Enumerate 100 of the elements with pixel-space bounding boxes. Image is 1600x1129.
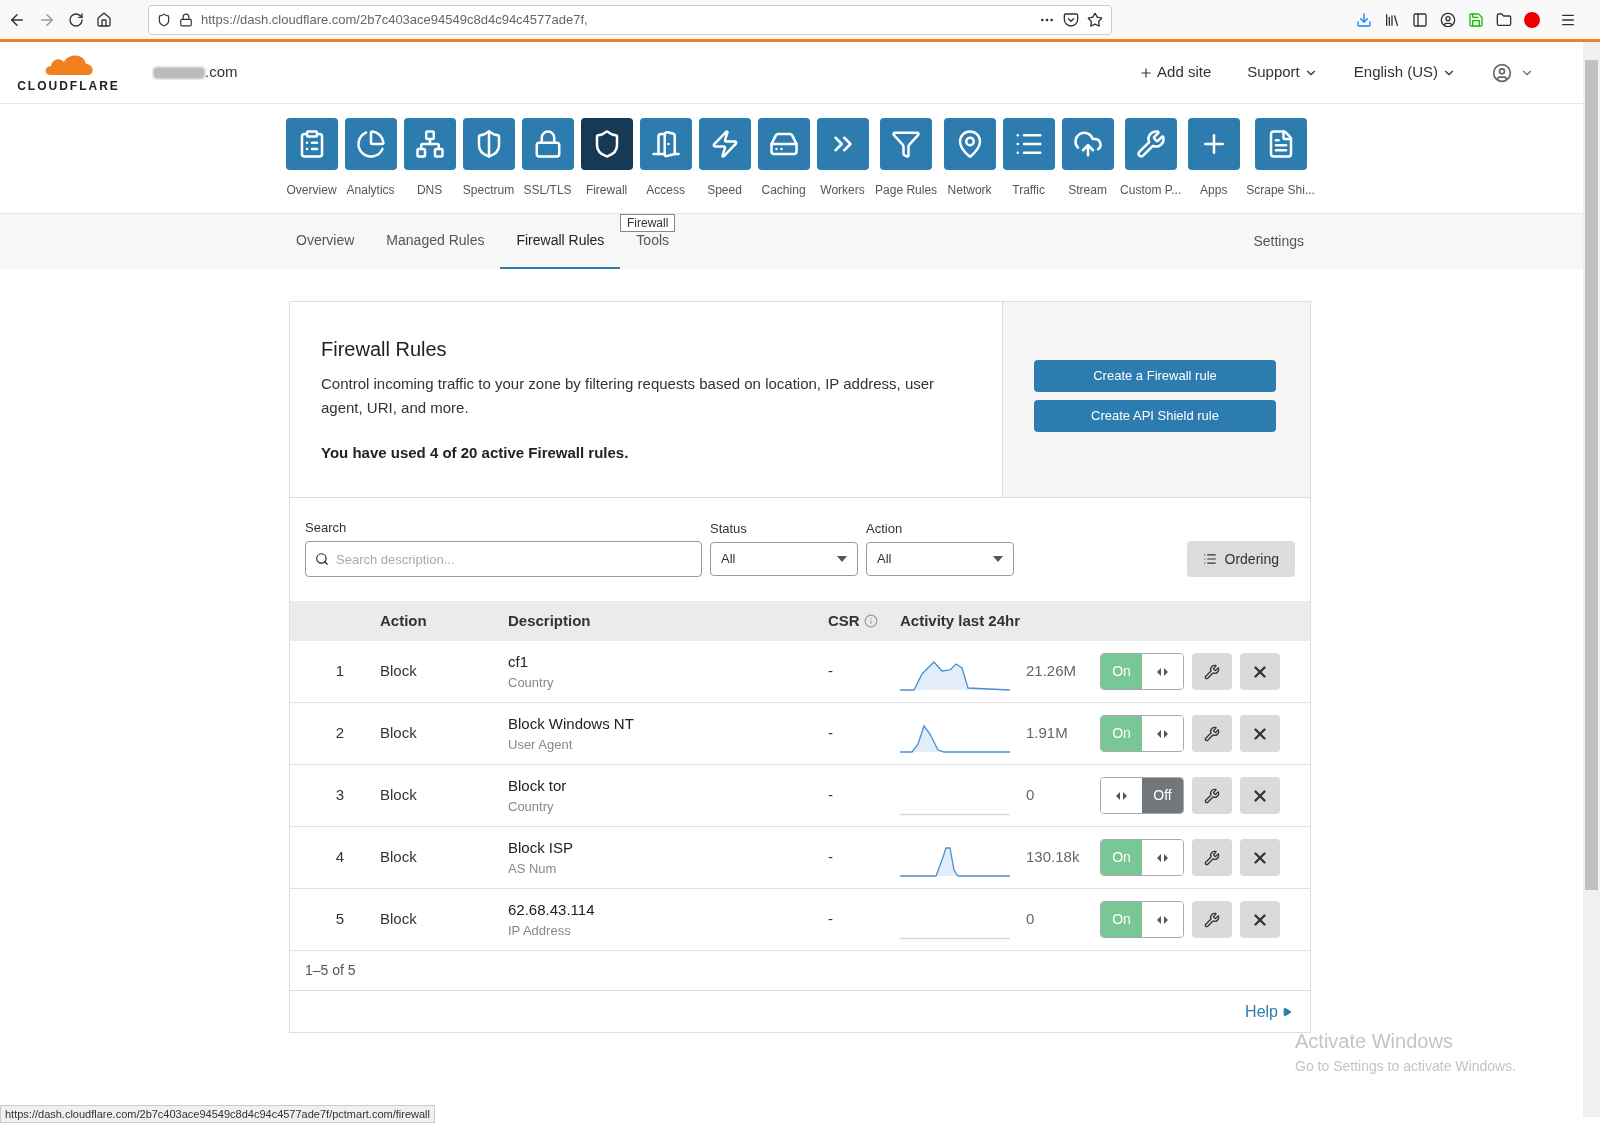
csr-value: - bbox=[828, 909, 834, 930]
activity-count: 130.18k bbox=[1025, 847, 1081, 868]
wrench-icon bbox=[1204, 663, 1220, 680]
column-header: CSR bbox=[828, 610, 860, 631]
edit-button[interactable] bbox=[1192, 839, 1232, 876]
settings-tab[interactable]: Settings bbox=[1237, 214, 1320, 269]
pie-chart-icon bbox=[355, 129, 386, 159]
search-icon bbox=[315, 552, 329, 566]
edit-button[interactable] bbox=[1192, 777, 1232, 814]
rule-description: cf1 bbox=[508, 651, 529, 672]
pocket-icon[interactable] bbox=[1063, 11, 1079, 28]
support-dropdown[interactable]: Support bbox=[1247, 61, 1318, 84]
rule-field: IP Address bbox=[508, 921, 828, 941]
status-select[interactable]: All bbox=[710, 542, 858, 576]
activation-text: Go to Settings to activate Windows. bbox=[1295, 1057, 1516, 1076]
edit-button[interactable] bbox=[1192, 901, 1232, 938]
rule-field: User Agent bbox=[508, 735, 828, 755]
language-dropdown[interactable]: English (US) bbox=[1353, 61, 1456, 84]
download-icon[interactable] bbox=[1356, 11, 1372, 28]
door-icon bbox=[650, 129, 681, 159]
pagination-text: 1–5 of 5 bbox=[305, 961, 356, 980]
cloud-icon bbox=[1072, 129, 1103, 159]
list-icon bbox=[1202, 552, 1217, 566]
delete-button[interactable] bbox=[1240, 901, 1280, 938]
caret-icon bbox=[993, 556, 1003, 562]
delete-button[interactable] bbox=[1240, 839, 1280, 876]
caret-icon bbox=[837, 556, 847, 562]
delete-button[interactable] bbox=[1240, 715, 1280, 752]
sub-nav-tab[interactable]: Overview bbox=[280, 214, 371, 269]
url-text: https://dash.cloudflare.com/2b7c403ace94549c8d4c94c4577ade7f, bbox=[201, 10, 588, 29]
field-label: Action bbox=[866, 519, 904, 538]
rule-field: Country bbox=[508, 797, 828, 817]
csr-value: - bbox=[828, 661, 834, 682]
section-description: Control incoming traffic to your zone by filtering requests based on location, IP address, user agent, URI, and more. bbox=[321, 374, 936, 418]
tooltip: Firewall bbox=[620, 214, 676, 232]
rule-field: AS Num bbox=[508, 859, 828, 879]
csr-value: - bbox=[828, 847, 834, 868]
delete-button[interactable] bbox=[1240, 777, 1280, 814]
rule-number: 3 bbox=[334, 785, 346, 806]
lock-icon bbox=[179, 12, 193, 27]
sub-nav-tab[interactable]: Managed Rules bbox=[370, 214, 501, 269]
sidebar-icon[interactable] bbox=[1412, 11, 1428, 28]
star-icon[interactable] bbox=[1087, 11, 1103, 28]
folder-icon[interactable] bbox=[1496, 11, 1512, 28]
wrench-icon bbox=[1204, 725, 1220, 742]
account-icon[interactable] bbox=[1440, 11, 1456, 28]
activity-count: 0 bbox=[1025, 909, 1036, 930]
rule-action: Block bbox=[380, 909, 418, 930]
plus-icon bbox=[1139, 65, 1154, 80]
rule-toggle[interactable]: Off bbox=[1100, 777, 1184, 814]
drag-arrows-icon bbox=[1157, 667, 1168, 676]
csr-value: - bbox=[828, 723, 834, 744]
column-header: Activity last 24hr bbox=[900, 610, 1021, 631]
activity-count: 1.91M bbox=[1025, 723, 1069, 744]
wrench-icon bbox=[1204, 787, 1220, 804]
library-icon[interactable] bbox=[1384, 11, 1400, 28]
rule-action: Block bbox=[380, 723, 418, 744]
usage-text: You have used 4 of 20 active Firewall rules. bbox=[321, 443, 630, 463]
rule-number: 2 bbox=[334, 723, 346, 744]
shield-icon bbox=[157, 12, 171, 27]
action-select[interactable]: All bbox=[866, 542, 1014, 576]
edit-button[interactable] bbox=[1192, 653, 1232, 690]
info-icon bbox=[863, 614, 878, 628]
rule-description: Block tor bbox=[508, 775, 568, 796]
column-header: Description bbox=[508, 610, 592, 631]
address-bar[interactable]: https://dash.cloudflare.com/2b7c403ace94549c8d4c94c4577ade7f, bbox=[148, 4, 1112, 35]
add-site-button[interactable]: Add site bbox=[1139, 61, 1212, 84]
ordering-button[interactable]: Ordering bbox=[1186, 541, 1295, 577]
activation-title: Activate Windows bbox=[1295, 1029, 1454, 1054]
create-rule-button[interactable]: Create API Shield rule bbox=[1034, 400, 1276, 432]
rule-action: Block bbox=[380, 661, 418, 682]
search-field[interactable]: Search description... bbox=[305, 541, 702, 577]
delete-button[interactable] bbox=[1240, 653, 1280, 690]
rule-action: Block bbox=[380, 847, 418, 868]
network-icon bbox=[414, 129, 445, 159]
edit-button[interactable] bbox=[1192, 715, 1232, 752]
logo-text: CLOUDFLARE bbox=[17, 77, 120, 95]
csr-value: - bbox=[828, 785, 834, 806]
create-rule-button[interactable]: Create a Firewall rule bbox=[1034, 360, 1276, 392]
extension-icon[interactable] bbox=[1524, 11, 1540, 28]
app-nav-item[interactable]: Scrape Shi... bbox=[1245, 118, 1316, 199]
account-menu[interactable] bbox=[1492, 62, 1534, 83]
home-icon[interactable] bbox=[96, 11, 112, 28]
activity-count: 0 bbox=[1025, 785, 1036, 806]
filter-icon bbox=[891, 129, 922, 159]
caret-icon bbox=[1282, 1006, 1292, 1017]
rule-description: Block ISP bbox=[508, 837, 575, 858]
reload-icon[interactable] bbox=[68, 11, 84, 28]
drag-arrows-icon bbox=[1157, 729, 1168, 738]
rule-number: 4 bbox=[334, 847, 346, 868]
rule-number: 5 bbox=[334, 909, 346, 930]
drag-arrows-icon bbox=[1157, 853, 1168, 862]
help-link[interactable]: Help bbox=[1245, 999, 1292, 1024]
domain-name: .com bbox=[205, 62, 238, 83]
wrench-icon bbox=[1204, 911, 1220, 928]
drag-arrows-icon bbox=[1116, 791, 1127, 800]
status-url: https://dash.cloudflare.com/2b7c403ace94549c8d4c94c4577ade7f/pctmart.com/firewall bbox=[0, 1104, 435, 1123]
drag-arrows-icon bbox=[1157, 915, 1168, 924]
field-label: Search bbox=[305, 518, 348, 537]
field-label: Status bbox=[710, 519, 748, 538]
